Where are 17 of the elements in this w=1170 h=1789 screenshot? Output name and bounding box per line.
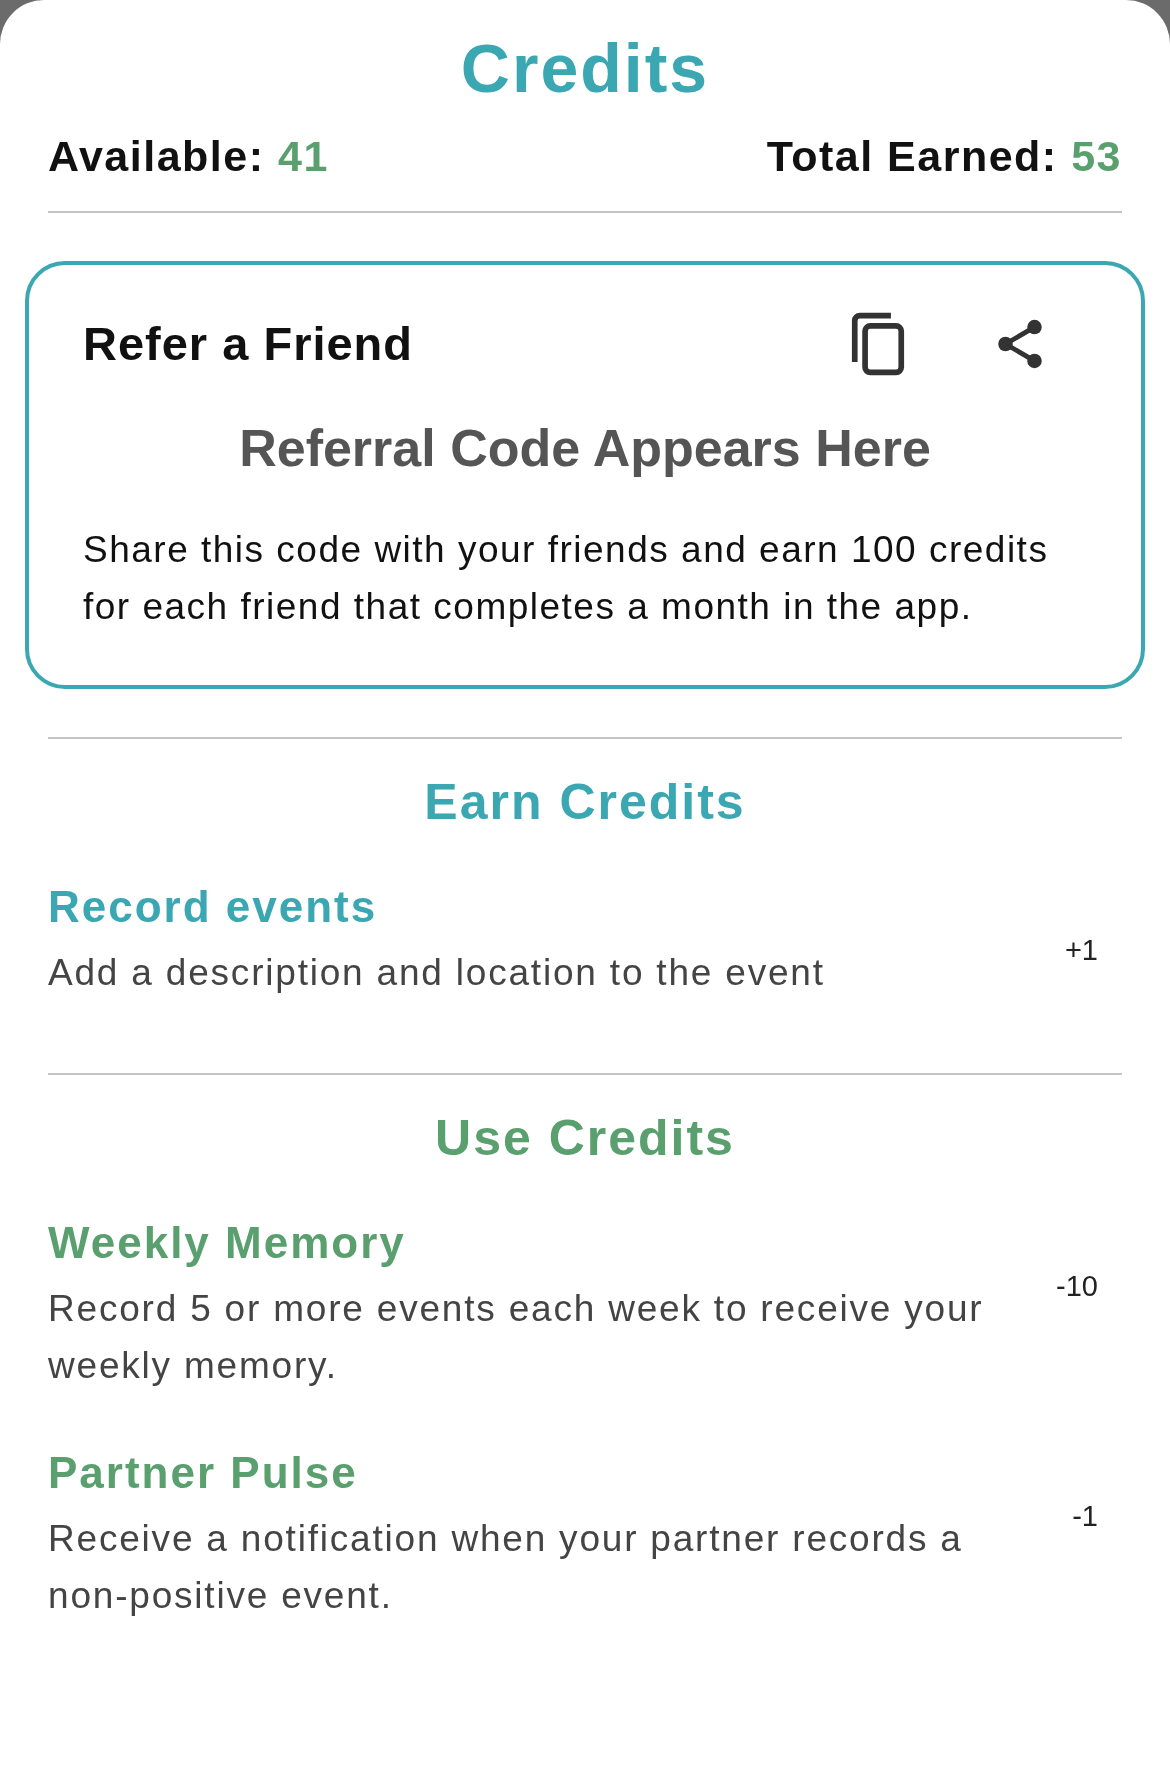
referral-description: Share this code with your friends and earn 100 credits for each friend that completes a month in the app.: [83, 528, 1050, 629]
referral-code: Referral Code Appears Here: [238, 418, 932, 479]
credit-amount: -1: [1071, 1499, 1098, 1534]
section-heading: Earn Credits: [423, 773, 747, 832]
card-title: Refer a Friend: [83, 315, 415, 372]
item-title: Weekly Memory: [48, 1217, 407, 1269]
stat-text: Total Earned: 53: [766, 131, 1122, 182]
page-title: Credits: [459, 29, 711, 108]
item-description: Record 5 or more events each week to receive your weekly memory.: [48, 1287, 985, 1388]
stat-text: Available: 41: [48, 131, 329, 182]
item-title: Record events: [48, 881, 379, 933]
credit-amount: -10: [1055, 1269, 1098, 1304]
credit-amount: +1: [1063, 933, 1098, 968]
item-description: Receive a notification when your partner records a non-positive event.: [48, 1517, 964, 1618]
section-heading: Use Credits: [434, 1109, 736, 1168]
item-description: Add a description and location to the event: [48, 951, 826, 995]
item-title: Partner Pulse: [48, 1447, 359, 1499]
